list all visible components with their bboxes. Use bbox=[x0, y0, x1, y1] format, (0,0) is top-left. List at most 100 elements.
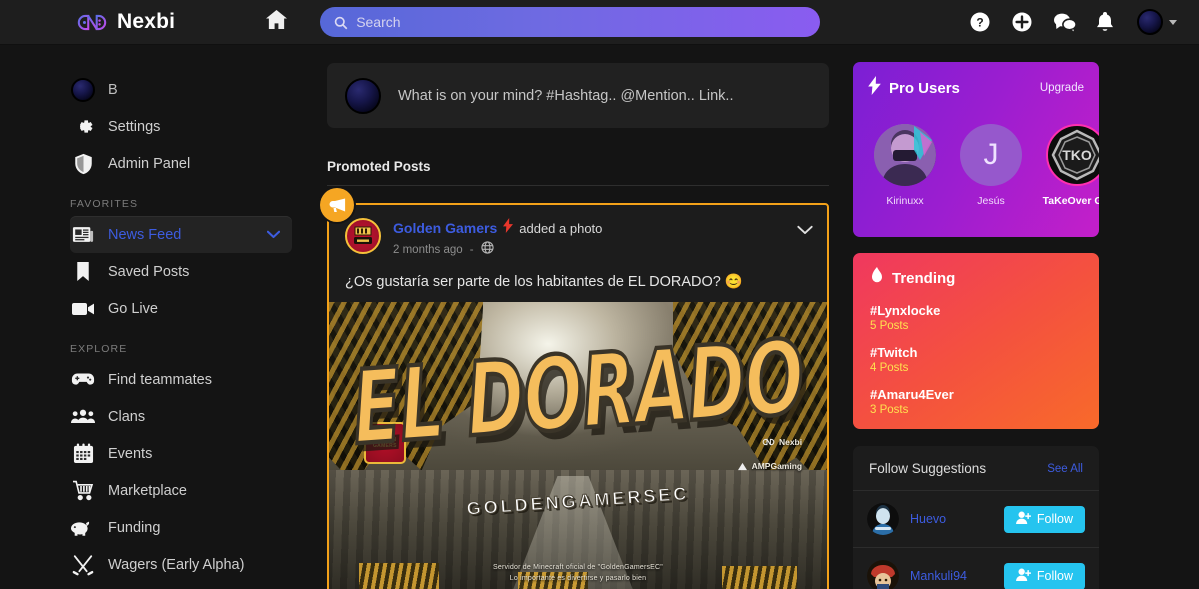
crossed-swords-icon bbox=[70, 554, 96, 576]
home-button[interactable] bbox=[263, 9, 289, 35]
composer-input[interactable]: What is on your mind? #Hashtag.. @Mentio… bbox=[398, 88, 734, 104]
trending-title: Trending bbox=[892, 270, 956, 287]
add-icon[interactable] bbox=[1011, 11, 1033, 33]
sidebar-item-events[interactable]: Events bbox=[70, 435, 292, 472]
pro-user-name: Jesús bbox=[977, 195, 1005, 207]
follow-button[interactable]: Follow bbox=[1003, 562, 1085, 589]
sidebar-item-clans[interactable]: Clans bbox=[70, 398, 292, 435]
image-title: EL DORADO bbox=[347, 316, 809, 470]
sidebar-item-admin-panel[interactable]: Admin Panel bbox=[70, 145, 292, 182]
megaphone-icon bbox=[320, 188, 354, 222]
chevron-down-icon bbox=[797, 222, 813, 239]
sidebar-item-tournaments[interactable]: T bbox=[70, 583, 292, 589]
sidebar-item-settings[interactable]: Settings bbox=[70, 108, 292, 145]
sidebar-item-label: Funding bbox=[108, 519, 161, 536]
pro-users-card: Pro Users Upgrade Kirinuxx J Jesús TKO T… bbox=[853, 62, 1099, 237]
home-icon bbox=[265, 9, 288, 35]
user-plus-icon bbox=[1015, 511, 1032, 527]
bookmark-icon bbox=[70, 261, 96, 282]
composer-avatar bbox=[345, 77, 381, 114]
pro-user-item[interactable]: J Jesús bbox=[956, 124, 1026, 207]
sidebar-item-find-teammates[interactable]: Find teammates bbox=[70, 361, 292, 398]
follow-suggestions-card: Follow Suggestions See All Huevo Follow … bbox=[853, 446, 1099, 589]
pro-user-name: TaKeOver G... bbox=[1042, 195, 1099, 207]
trending-item[interactable]: #Amaru4Ever 3 Posts bbox=[870, 387, 1082, 416]
brand-name: Nexbi bbox=[117, 10, 176, 33]
sidebar-item-label: Clans bbox=[108, 408, 146, 425]
post-options-button[interactable] bbox=[797, 218, 813, 240]
search-icon bbox=[334, 16, 348, 29]
follow-suggestions-header: Follow Suggestions See All bbox=[853, 446, 1099, 491]
avatar[interactable] bbox=[867, 503, 899, 535]
messages-icon[interactable] bbox=[1053, 11, 1077, 34]
promoted-posts-heading: Promoted Posts bbox=[327, 159, 431, 174]
sidebar-item-marketplace[interactable]: Marketplace bbox=[70, 472, 292, 509]
user-menu[interactable] bbox=[1137, 9, 1177, 35]
trending-item[interactable]: #Lynxlocke 5 Posts bbox=[870, 303, 1082, 332]
help-icon[interactable]: ? bbox=[969, 11, 991, 33]
sidebar-item-saved-posts[interactable]: Saved Posts bbox=[70, 253, 292, 290]
see-all-link[interactable]: See All bbox=[1047, 463, 1083, 475]
avatar bbox=[1137, 9, 1163, 35]
post-image[interactable]: GOLDEN GAMERS EL DORADO GOLDENGAMERSEC N… bbox=[329, 302, 827, 589]
sidebar-item-label: Marketplace bbox=[108, 482, 187, 499]
notifications-icon[interactable] bbox=[1095, 11, 1117, 33]
image-watermark-nexbi-label: Nexbi bbox=[778, 437, 803, 447]
shopping-cart-icon bbox=[70, 480, 96, 501]
post-author-avatar[interactable] bbox=[345, 218, 381, 254]
sidebar-item-funding[interactable]: Funding bbox=[70, 509, 292, 546]
post-timestamp: 2 months ago bbox=[393, 244, 463, 256]
post-author-name[interactable]: Golden Gamers bbox=[393, 220, 497, 236]
avatar: TKO bbox=[1046, 124, 1099, 186]
user-avatar-icon bbox=[70, 77, 96, 102]
avatar[interactable] bbox=[867, 560, 899, 589]
trending-header: Trending bbox=[870, 267, 1082, 290]
sidebar-item-label: Wagers (Early Alpha) bbox=[108, 556, 245, 573]
sidebar-item-profile[interactable]: B bbox=[70, 71, 292, 108]
trending-tag: #Lynxlocke bbox=[870, 303, 941, 318]
svg-text:?: ? bbox=[976, 16, 983, 30]
gamepad-icon bbox=[70, 372, 96, 388]
pro-users-title: Pro Users bbox=[889, 79, 960, 97]
trending-item[interactable]: #Twitch 4 Posts bbox=[870, 345, 1082, 374]
image-watermark-amp-label: AMPGaming bbox=[751, 461, 803, 471]
sidebar-item-news-feed[interactable]: News Feed bbox=[70, 216, 292, 253]
avatar-initial-letter: J bbox=[983, 138, 999, 171]
trending-count: 4 Posts bbox=[870, 362, 909, 374]
lightning-bolt-icon bbox=[503, 218, 514, 238]
sidebar-item-label: Saved Posts bbox=[108, 263, 190, 280]
user-plus-icon bbox=[1015, 568, 1032, 584]
follow-suggestion-name[interactable]: Mankuli94 bbox=[910, 569, 967, 583]
image-footer-text: Servidor de Minecraft oficial de "Golden… bbox=[329, 562, 827, 584]
left-sidebar: B Settings Admin Panel FAVORITES News Fe… bbox=[0, 45, 310, 589]
pro-users-list: Kirinuxx J Jesús TKO TaKeOver G... bbox=[868, 124, 1099, 207]
chevron-down-icon bbox=[1169, 19, 1177, 25]
avatar-initial: J bbox=[960, 124, 1022, 186]
pro-user-item[interactable]: TKO TaKeOver G... bbox=[1042, 124, 1099, 207]
shield-icon bbox=[70, 153, 96, 175]
sidebar-item-label: Admin Panel bbox=[108, 155, 191, 172]
post-composer[interactable]: What is on your mind? #Hashtag.. @Mentio… bbox=[327, 63, 829, 128]
follow-suggestion-name[interactable]: Huevo bbox=[910, 512, 946, 526]
sidebar-section-explore: EXPLORE bbox=[70, 343, 128, 355]
follow-button-label: Follow bbox=[1036, 569, 1073, 583]
post-header: Golden Gamers added a photo 2 months ago… bbox=[329, 205, 827, 259]
follow-button[interactable]: Follow bbox=[1003, 505, 1085, 533]
pro-users-header: Pro Users Upgrade bbox=[868, 76, 1084, 100]
sidebar-item-label: Go Live bbox=[108, 300, 158, 317]
trending-tag: #Twitch bbox=[870, 345, 918, 360]
search-input[interactable]: Search bbox=[356, 14, 400, 30]
pro-user-item[interactable]: Kirinuxx bbox=[870, 124, 940, 207]
upgrade-link[interactable]: Upgrade bbox=[1040, 82, 1084, 94]
pro-user-name: Kirinuxx bbox=[886, 195, 924, 207]
chevron-down-icon[interactable] bbox=[266, 226, 281, 244]
svg-text:TKO: TKO bbox=[1062, 147, 1092, 163]
video-camera-icon bbox=[70, 301, 96, 317]
brand[interactable]: Nexbi bbox=[76, 10, 175, 35]
sidebar-item-wagers[interactable]: Wagers (Early Alpha) bbox=[70, 546, 292, 583]
separator: - bbox=[469, 244, 474, 256]
post-action-text: added a photo bbox=[519, 220, 603, 236]
promoted-post-card: Golden Gamers added a photo 2 months ago… bbox=[320, 188, 829, 589]
search-bar[interactable]: Search bbox=[320, 7, 821, 37]
sidebar-item-go-live[interactable]: Go Live bbox=[70, 290, 292, 327]
